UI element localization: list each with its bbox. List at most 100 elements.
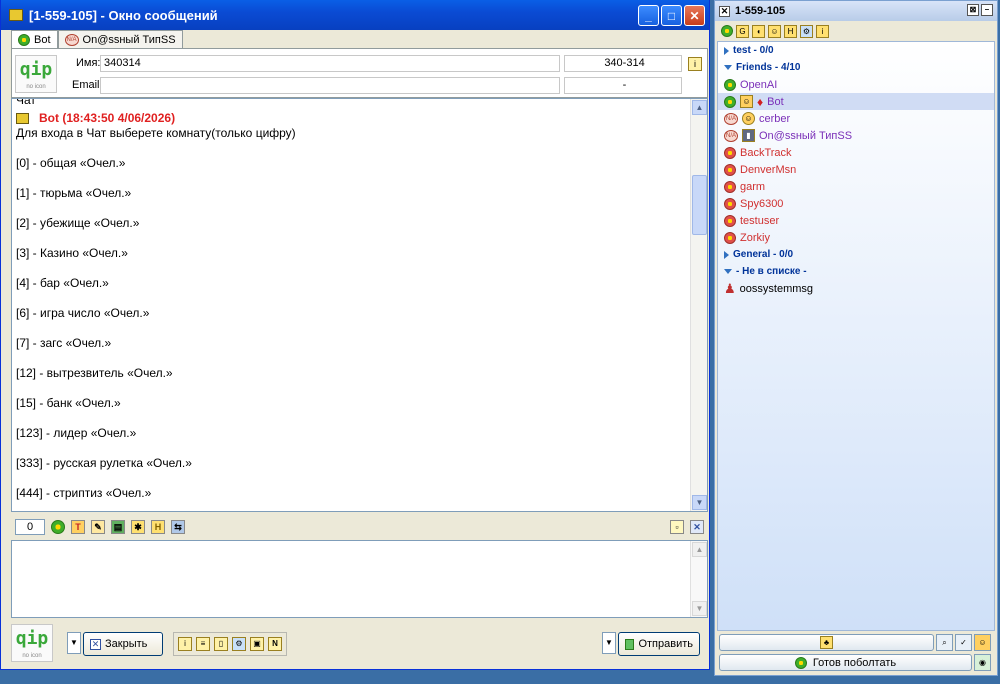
file-icon[interactable]: ▯ [214, 637, 228, 651]
email-field[interactable] [100, 77, 560, 94]
status-flower-icon[interactable] [721, 25, 733, 37]
phone-icon: ▮ [742, 129, 755, 142]
scroll-thumb[interactable] [692, 175, 707, 235]
main-menu-button[interactable]: ♣ [719, 634, 934, 651]
group-name: test - 0/0 [733, 45, 774, 56]
contact-openai[interactable]: OpenAI [718, 76, 994, 93]
compose-scrollbar[interactable]: ▲ ▼ [690, 541, 707, 617]
my-avatar: qip no icon [11, 624, 53, 662]
contact-name: testuser [740, 214, 780, 227]
tools-icon[interactable]: ⚙ [800, 24, 813, 38]
message-header: Bot (18:43:50 4/06/2026) [16, 111, 688, 126]
contact-name: BackTrack [740, 146, 792, 159]
contact-zorkiy[interactable]: Zorkiy [718, 229, 994, 246]
close-icon[interactable]: ✕ [719, 5, 730, 17]
na-status-icon: N/A [724, 112, 738, 125]
save-icon[interactable]: ▤ [111, 520, 125, 534]
group-not-in-list[interactable]: - Не в списке - [718, 263, 994, 280]
group-name: General - 0/0 [733, 249, 794, 260]
eye-icon[interactable]: ◉ [974, 654, 991, 671]
contact-name: cerber [759, 112, 791, 125]
close-button-label: Закрыть [105, 638, 148, 650]
contact-bot[interactable]: ☺ ♦ Bot [718, 93, 994, 110]
info-icon[interactable]: i [178, 637, 192, 651]
close-input-icon[interactable]: ✕ [690, 520, 704, 534]
extra-field[interactable]: - [564, 77, 682, 94]
contact-spy6300[interactable]: Spy6300 [718, 195, 994, 212]
name-field[interactable]: 340314 [100, 55, 560, 72]
minimize-icon[interactable]: – [981, 4, 993, 16]
contact-details-icon[interactable]: i [688, 57, 702, 71]
close-button[interactable]: ✕ Закрыть [83, 632, 163, 656]
contact-cerber[interactable]: N/A ☺ cerber [718, 110, 994, 127]
message-window-icon [9, 9, 23, 21]
clip-icon[interactable]: ▣ [250, 637, 264, 651]
message-history[interactable]: Чат Bot (18:43:50 4/06/2026) Для входа в… [11, 98, 708, 512]
history-scrollbar[interactable]: ▲ ▼ [690, 99, 707, 511]
send-button[interactable]: Отправить [618, 632, 700, 656]
search-contact-icon[interactable]: ⌕ [936, 634, 953, 651]
n-icon[interactable]: N [268, 637, 282, 651]
contact-name: oossystemmsg [739, 282, 814, 295]
logo-text: qip [19, 59, 53, 80]
smile-icon[interactable] [51, 520, 65, 534]
close-icon: ✕ [90, 638, 101, 650]
scroll-up-icon[interactable]: ▲ [692, 100, 707, 115]
scroll-up-icon[interactable]: ▲ [692, 542, 707, 557]
minimize-button[interactable]: _ [638, 5, 659, 26]
contact-name: Bot [767, 95, 784, 108]
contact-name: DenverMsn [740, 163, 797, 176]
contact-list-titlebar[interactable]: ✕ 1-559-105 ⊠ – [715, 1, 997, 21]
add-contact-icon[interactable]: ✓ [955, 634, 972, 651]
text-format-icon[interactable]: T [71, 520, 85, 534]
contact-list-toolbar: G ◖ ☺ H ⚙ i [715, 21, 997, 41]
pin-icon[interactable]: ⊠ [967, 4, 979, 16]
group-general[interactable]: General - 0/0 [718, 246, 994, 263]
group-friends[interactable]: Friends - 4/10 [718, 59, 994, 76]
user-icon[interactable]: ☺ [768, 24, 781, 38]
note-icon[interactable]: ▫ [670, 520, 684, 534]
maximize-button[interactable]: □ [661, 5, 682, 26]
tab-bot[interactable]: Bot [11, 30, 58, 49]
contact-garm[interactable]: garm [718, 178, 994, 195]
room-option-line: [15] - банк «Очел.» [16, 396, 121, 410]
contact-onassny[interactable]: N/A ▮ On@ssный ТипSS [718, 127, 994, 144]
history-icon[interactable]: H [151, 520, 165, 534]
message-compose[interactable]: ▲ ▼ [11, 540, 708, 618]
scroll-down-icon[interactable]: ▼ [692, 495, 707, 510]
online-flower-icon [724, 78, 736, 91]
system-person-icon: ♟ [724, 280, 736, 296]
paint-icon[interactable]: ✎ [91, 520, 105, 534]
tab-onassny[interactable]: N/A On@ssный ТипSS [57, 30, 183, 48]
contact-list[interactable]: test - 0/0 Friends - 4/10 OpenAI ☺ ♦ Bot… [717, 41, 995, 631]
contact-info-panel: qip no icon Имя: 340314 340-314 i Email:… [11, 48, 708, 98]
logo-subtext: no icon [22, 653, 42, 659]
notes-icon[interactable]: ≡ [196, 637, 210, 651]
na-status-icon: N/A [64, 33, 79, 46]
chat-titlebar[interactable]: [1-559-105] - Окно сообщений _ □ ✕ [1, 0, 709, 30]
group-test[interactable]: test - 0/0 [718, 42, 994, 59]
smiley-icon[interactable]: ☺ [974, 634, 991, 651]
offline-flower-icon [724, 180, 736, 193]
contact-testuser[interactable]: testuser [718, 212, 994, 229]
contact-oossystemmsg[interactable]: ♟ oossystemmsg [718, 280, 994, 297]
g-icon[interactable]: G [736, 24, 749, 38]
transfer-icon[interactable]: ⇆ [171, 520, 185, 534]
history-icon[interactable]: H [784, 24, 797, 38]
uin-field[interactable]: 340-314 [564, 55, 682, 72]
sound-icon[interactable]: ◖ [752, 24, 765, 38]
expanded-arrow-icon [724, 65, 732, 70]
send-dropdown[interactable]: ▼ [602, 632, 616, 654]
close-window-button[interactable]: ✕ [684, 5, 705, 26]
info-icon[interactable]: i [816, 24, 829, 38]
room-option-line: [444] - стриптиз «Очел.» [16, 486, 152, 500]
close-dropdown[interactable]: ▼ [67, 632, 81, 654]
scroll-down-icon[interactable]: ▼ [692, 601, 707, 616]
image-icon[interactable]: ✱ [131, 520, 145, 534]
status-button[interactable]: Готов поболтать [719, 654, 972, 671]
contact-denvermsn[interactable]: DenverMsn [718, 161, 994, 178]
tools-icon[interactable]: ⚙ [232, 637, 246, 651]
contact-name: Zorkiy [740, 231, 770, 244]
email-label: Email: [72, 79, 103, 91]
contact-backtrack[interactable]: BackTrack [718, 144, 994, 161]
